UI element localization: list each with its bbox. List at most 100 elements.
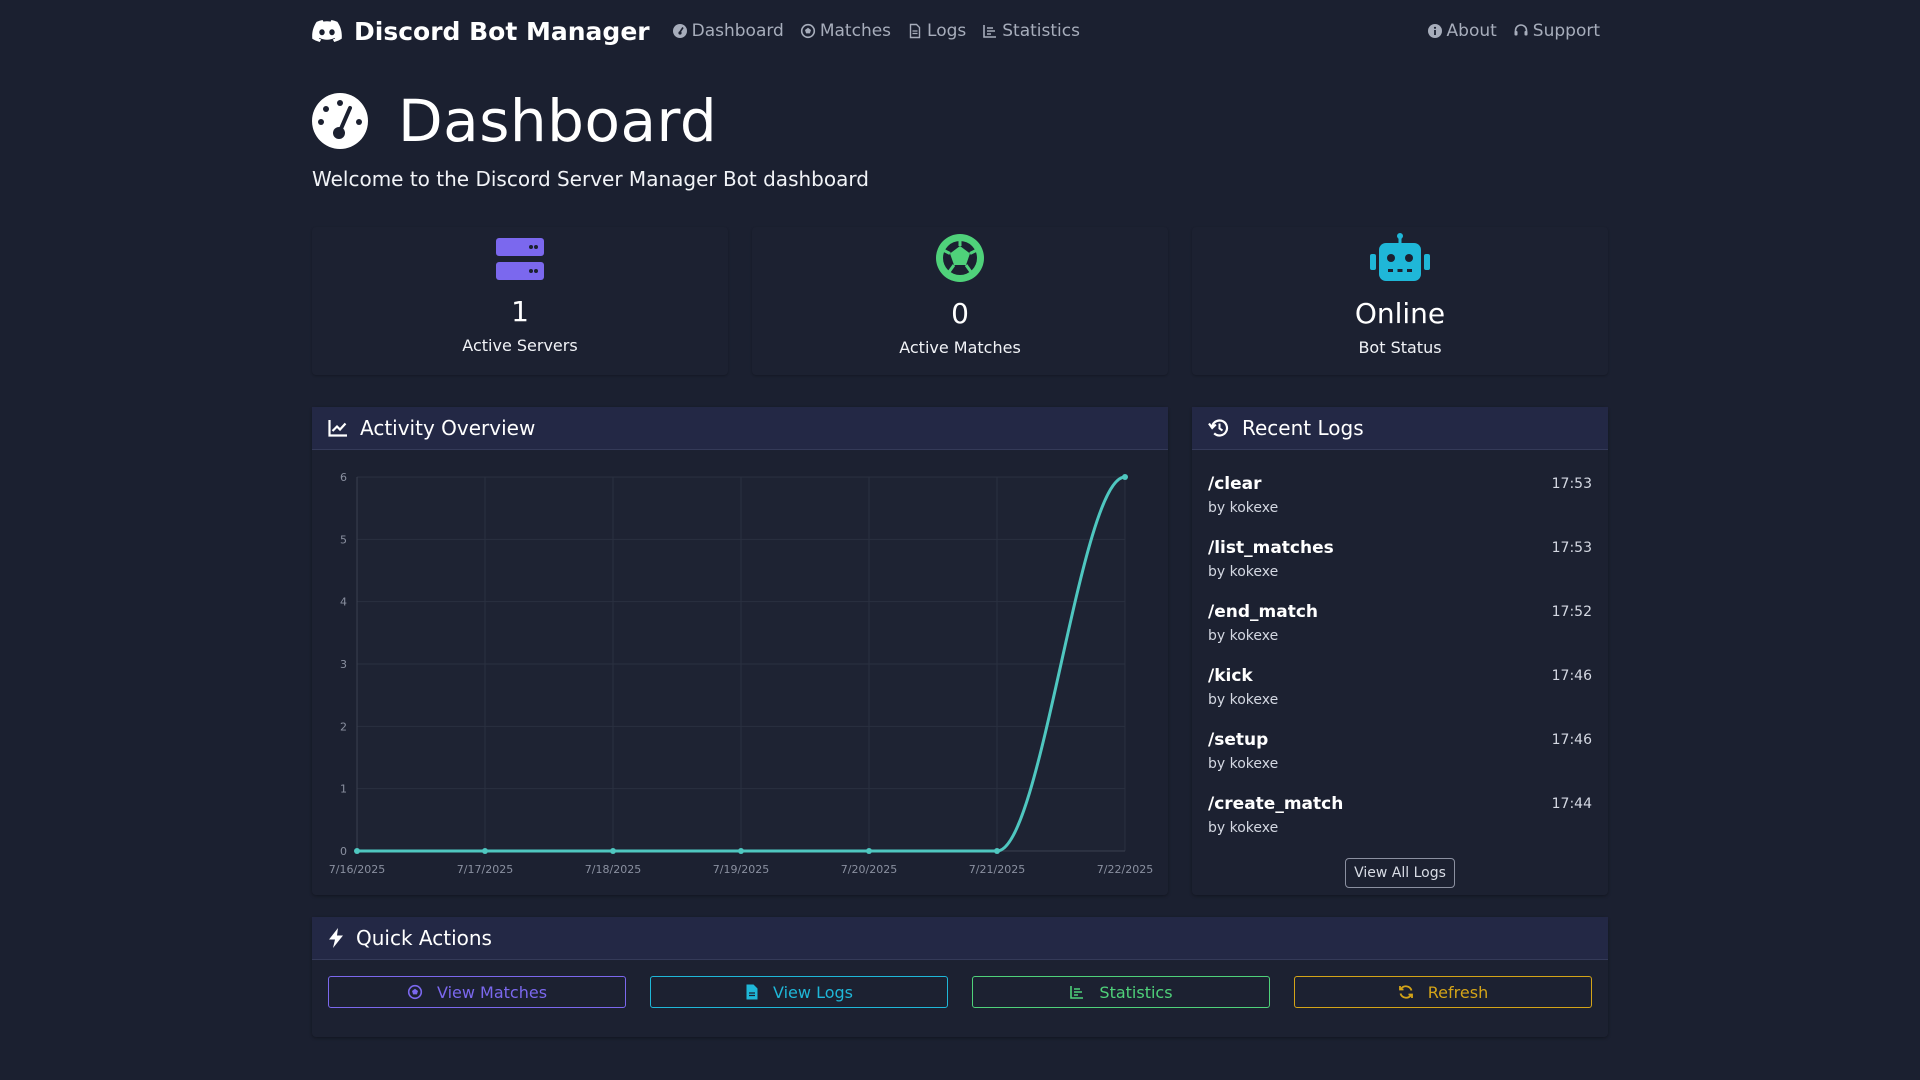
bolt-icon [329,928,343,948]
log-author: by kokexe [1208,692,1279,708]
data-point [866,848,872,854]
server-icon [496,238,544,280]
y-tick-label: 4 [340,596,347,609]
nav-about[interactable]: About [1427,21,1497,41]
stat-label: Active Servers [462,336,578,355]
log-item[interactable]: /list_matches by kokexe 17:53 [1208,524,1592,588]
log-item[interactable]: /create_match by kokexe 17:44 [1208,780,1592,844]
y-tick-label: 3 [340,658,347,671]
tachometer-icon [312,93,368,149]
x-tick-label: 7/19/2025 [713,863,769,876]
data-point [482,848,488,854]
history-icon [1208,419,1229,437]
stat-label: Bot Status [1358,338,1442,357]
log-command: /create_match [1208,794,1344,814]
button-label: View Logs [773,982,853,1002]
y-tick-label: 2 [340,720,347,733]
nav-label: Statistics [1002,21,1080,41]
page-header: Dashboard [312,87,1608,155]
chart-bar-icon [1070,986,1084,999]
statistics-button[interactable]: Statistics [972,976,1270,1008]
futbol-icon [800,23,815,39]
view-all-logs-button[interactable]: View All Logs [1345,858,1455,888]
nav-label: Matches [819,21,892,41]
file-icon [909,23,921,39]
quick-actions-header: Quick Actions [312,917,1608,960]
nav-label: Logs [927,21,967,41]
refresh-icon [1398,985,1413,999]
logs-title: Recent Logs [1242,416,1364,440]
y-tick-label: 5 [340,533,347,546]
info-circle-icon [1427,24,1442,38]
stat-card-servers: 1 Active Servers [312,227,728,375]
x-tick-label: 7/16/2025 [329,863,385,876]
nav-support[interactable]: Support [1513,21,1600,41]
chart-bar-icon [983,25,997,38]
stat-card-bot-status: Online Bot Status [1192,227,1608,375]
log-command: /kick [1208,666,1253,686]
nav-logs[interactable]: Logs [907,21,966,41]
stats-row: 1 Active Servers 0 Active Matches Online… [312,227,1608,375]
log-item[interactable]: /setup by kokexe 17:46 [1208,716,1592,780]
log-author: by kokexe [1208,628,1279,644]
futbol-icon [407,984,423,1000]
data-point [738,848,744,854]
headset-icon [1514,24,1528,36]
nav-statistics[interactable]: Statistics [982,21,1080,41]
navbar: Discord Bot Manager Dashboard Matches Lo… [312,0,1608,62]
stat-value: 1 [511,295,529,328]
recent-logs-card: Recent Logs /clear by kokexe 17:53 /list… [1192,407,1608,895]
logs-header: Recent Logs [1192,407,1608,450]
robot-icon [1370,233,1430,281]
x-tick-label: 7/18/2025 [585,863,641,876]
page-subtitle: Welcome to the Discord Server Manager Bo… [312,167,869,191]
log-item[interactable]: /kick by kokexe 17:46 [1208,652,1592,716]
log-author: by kokexe [1208,756,1279,772]
quick-actions-card: Quick Actions View Matches View Logs Sta… [312,917,1608,1037]
refresh-button[interactable]: Refresh [1294,976,1592,1008]
log-time: 17:52 [1551,604,1592,620]
stat-value: Online [1354,297,1446,330]
file-icon [746,984,758,1000]
button-label: Refresh [1427,982,1489,1002]
x-tick-label: 7/22/2025 [1097,863,1153,876]
x-tick-label: 7/20/2025 [841,863,897,876]
log-time: 17:44 [1551,796,1592,812]
brand[interactable]: Discord Bot Manager [312,17,650,46]
view-logs-button[interactable]: View Logs [650,976,948,1008]
stat-card-matches: 0 Active Matches [752,227,1168,375]
activity-title: Activity Overview [360,416,536,440]
y-tick-label: 0 [340,845,347,858]
log-author: by kokexe [1208,820,1279,836]
brand-name: Discord Bot Manager [354,16,650,46]
log-command: /setup [1208,730,1269,750]
log-author: by kokexe [1208,500,1279,516]
nav-label: Dashboard [691,21,784,41]
log-time: 17:53 [1551,476,1592,492]
quick-actions-title: Quick Actions [356,926,492,950]
data-point [1122,474,1128,480]
y-tick-label: 6 [340,471,347,484]
nav-label: Support [1532,21,1600,41]
x-tick-label: 7/17/2025 [457,863,513,876]
chart-line-icon [328,420,347,437]
futbol-icon [936,234,984,282]
log-item[interactable]: /end_match by kokexe 17:52 [1208,588,1592,652]
page-title: Dashboard [398,87,718,155]
data-point [610,848,616,854]
stat-label: Active Matches [899,338,1021,357]
view-matches-button[interactable]: View Matches [328,976,626,1008]
log-command: /clear [1208,474,1262,494]
tachometer-icon [672,24,687,38]
x-tick-label: 7/21/2025 [969,863,1025,876]
nav-dashboard[interactable]: Dashboard [672,21,784,41]
log-time: 17:46 [1551,668,1592,684]
log-list: /clear by kokexe 17:53 /list_matches by … [1192,450,1608,844]
log-command: /list_matches [1208,538,1334,558]
activity-header: Activity Overview [312,407,1168,450]
log-item[interactable]: /clear by kokexe 17:53 [1208,460,1592,524]
data-point [354,848,360,854]
activity-chart: 0 1 2 3 4 5 6 7/16/2025 7/17/2025 7/18/2025 7/19/2… [329,471,1153,876]
nav-matches[interactable]: Matches [800,21,891,41]
log-time: 17:46 [1551,732,1592,748]
